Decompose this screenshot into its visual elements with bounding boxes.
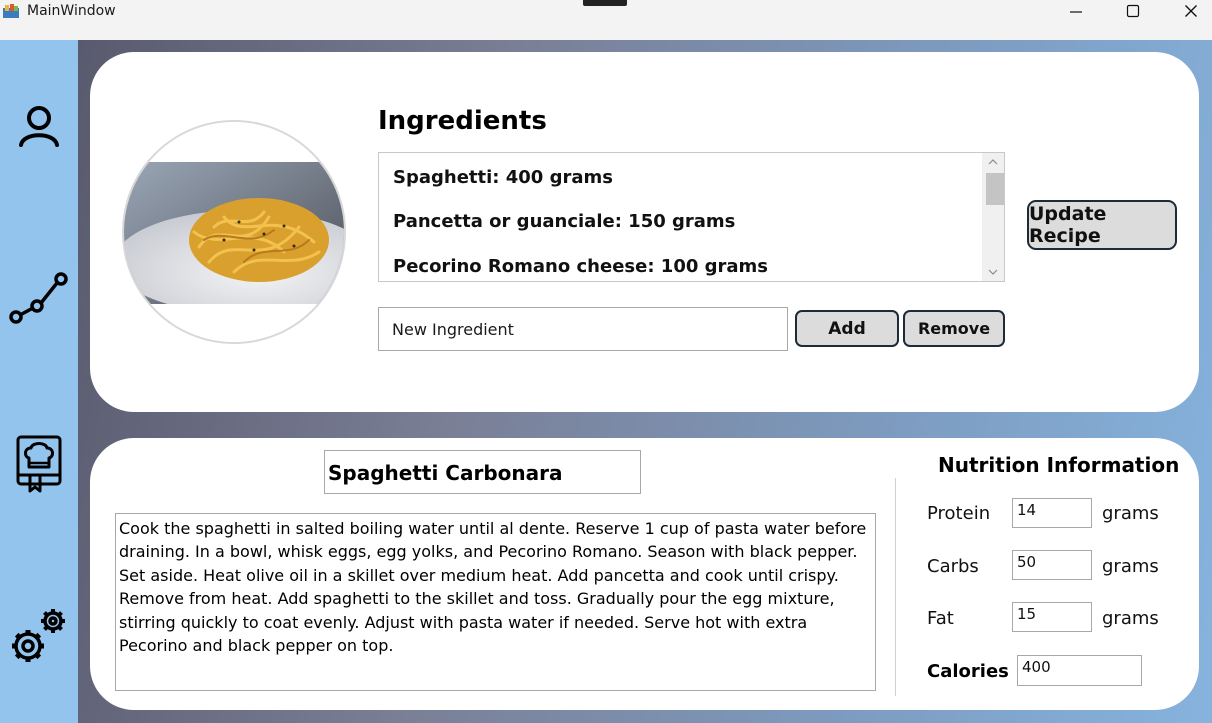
list-item[interactable]: Pancetta or guanciale: 150 grams	[393, 211, 735, 232]
remove-ingredient-button[interactable]: Remove	[903, 310, 1005, 347]
fat-label: Fat	[927, 608, 954, 629]
scroll-down-button[interactable]	[982, 263, 1004, 281]
scroll-up-button[interactable]	[982, 153, 1004, 171]
minimize-button[interactable]	[1053, 0, 1099, 22]
close-button[interactable]	[1168, 0, 1212, 22]
sidebar	[0, 40, 78, 723]
section-divider	[895, 478, 896, 696]
add-ingredient-button[interactable]: Add	[795, 310, 899, 347]
sidebar-item-settings[interactable]	[6, 602, 72, 668]
minimize-icon	[1070, 11, 1082, 13]
pasta-image	[124, 122, 344, 342]
title-bar: MainWindow	[0, 0, 1212, 40]
new-ingredient-input[interactable]	[378, 307, 788, 351]
window-title: MainWindow	[27, 3, 116, 19]
close-icon	[1185, 5, 1197, 17]
instructions-textarea[interactable]: Cook the spaghetti in salted boiling wat…	[115, 513, 876, 691]
carbs-label: Carbs	[927, 556, 979, 577]
user-icon	[19, 106, 59, 147]
carbs-field[interactable]: 50	[1012, 550, 1092, 580]
sidebar-item-recipe-book[interactable]	[6, 431, 72, 497]
chevron-up-icon	[988, 159, 998, 165]
maximize-button[interactable]	[1110, 0, 1156, 22]
protein-label: Protein	[927, 503, 991, 524]
sidebar-item-graph[interactable]	[6, 263, 72, 329]
calories-field[interactable]: 400	[1017, 655, 1142, 686]
gears-icon	[12, 609, 65, 662]
graph-nodes-icon	[9, 272, 68, 324]
list-item[interactable]: Spaghetti: 400 grams	[393, 167, 613, 188]
chevron-down-icon	[988, 269, 998, 275]
calories-label: Calories	[927, 661, 1009, 682]
fat-unit: grams	[1102, 608, 1159, 629]
recipe-photo	[122, 120, 346, 344]
carbs-unit: grams	[1102, 556, 1159, 577]
scroll-thumb[interactable]	[986, 173, 1004, 205]
nutrition-title: Nutrition Information	[938, 453, 1180, 477]
recipe-name-field[interactable]: Spaghetti Carbonara	[324, 450, 641, 494]
protein-unit: grams	[1102, 503, 1159, 524]
fat-field[interactable]: 15	[1012, 602, 1092, 632]
protein-field[interactable]: 14	[1012, 498, 1092, 528]
update-recipe-button[interactable]: Update Recipe	[1027, 200, 1177, 250]
chef-book-icon	[16, 435, 62, 493]
sidebar-item-profile[interactable]	[6, 92, 72, 158]
ingredients-scrollbar[interactable]	[982, 153, 1004, 281]
ingredients-list[interactable]: Spaghetti: 400 grams Pancetta or guancia…	[378, 152, 1005, 282]
ingredients-title: Ingredients	[378, 106, 547, 136]
app-icon	[3, 4, 19, 18]
list-item[interactable]: Pecorino Romano cheese: 100 grams	[393, 256, 768, 277]
window-notch	[583, 0, 627, 6]
maximize-icon	[1126, 4, 1140, 18]
